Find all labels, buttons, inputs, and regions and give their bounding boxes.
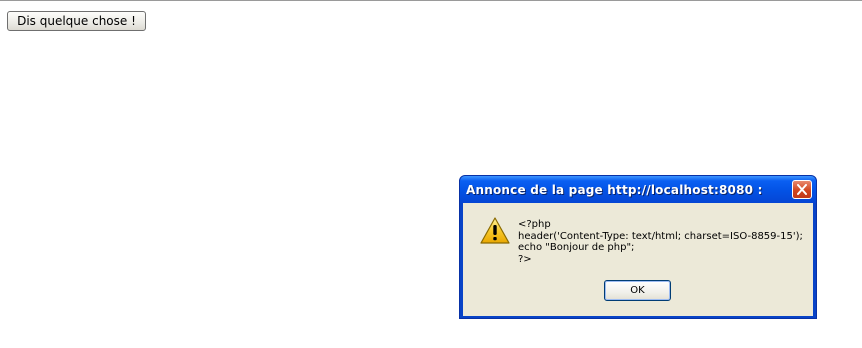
dialog-title: Annonce de la page http://localhost:8080…	[466, 183, 763, 197]
warning-icon	[480, 217, 510, 244]
dialog-body: <?php header('Content-Type: text/html; c…	[463, 203, 813, 316]
dialog-message: <?php header('Content-Type: text/html; c…	[518, 219, 803, 265]
dialog-titlebar[interactable]: Annonce de la page http://localhost:8080…	[460, 176, 816, 203]
message-line: header('Content-Type: text/html; charset…	[518, 230, 803, 242]
message-line: <?php	[518, 219, 551, 230]
close-icon	[797, 184, 807, 195]
browser-top-border	[0, 0, 862, 1]
close-button[interactable]	[792, 180, 812, 199]
message-line: ?>	[518, 253, 532, 265]
message-line: echo "Bonjour de php";	[518, 242, 635, 253]
say-something-button[interactable]: Dis quelque chose !	[7, 11, 146, 31]
alert-dialog: Annonce de la page http://localhost:8080…	[459, 175, 817, 319]
ok-button[interactable]: OK	[604, 280, 671, 301]
